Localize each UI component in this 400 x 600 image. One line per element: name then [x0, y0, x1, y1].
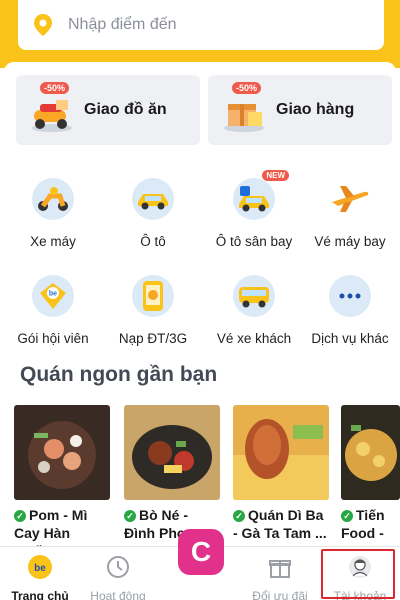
package-delivery-label: Giao hàng — [276, 101, 355, 118]
nav-activity[interactable]: Hoạt động — [78, 547, 158, 600]
airplane-icon — [329, 178, 371, 220]
food-delivery-icon: -50% — [26, 82, 78, 136]
restaurant-name: ✓ Tiến Food - — [341, 507, 385, 541]
service-label: Ô tô — [140, 234, 166, 249]
center-action-button[interactable]: C — [178, 529, 224, 575]
restaurant-card[interactable]: ✓ Tiến Food - — [341, 405, 400, 542]
more-icon — [329, 275, 371, 317]
account-highlight-box — [321, 549, 395, 599]
food-delivery-card[interactable]: -50% Giao đồ ăn — [16, 75, 200, 145]
restaurant-photo — [341, 405, 400, 500]
location-pin-icon — [34, 14, 52, 36]
service-label: Vé xe khách — [216, 331, 292, 346]
verified-icon: ✓ — [14, 510, 26, 522]
restaurant-photo — [14, 405, 110, 500]
destination-search-field[interactable]: Nhập điểm đến — [18, 0, 384, 50]
car-icon — [132, 178, 174, 220]
new-badge: NEW — [262, 170, 289, 181]
service-motorbike[interactable]: Xe máy — [3, 178, 103, 249]
bus-icon — [233, 275, 275, 317]
service-bus[interactable]: Vé xe khách — [204, 275, 304, 346]
nav-label: Đổi ưu đãi — [252, 589, 308, 600]
membership-icon: be — [32, 275, 74, 317]
service-flight[interactable]: Vé máy bay — [300, 178, 400, 249]
gift-icon — [269, 560, 291, 578]
restaurant-card[interactable]: ✓ Bò Né - Đình Phong ... — [124, 405, 220, 542]
discount-badge: -50% — [40, 82, 70, 94]
discount-badge: -50% — [232, 82, 262, 94]
service-label: Dịch vụ khác — [311, 331, 389, 346]
package-delivery-icon: -50% — [218, 82, 270, 136]
svg-text:be: be — [49, 291, 57, 298]
service-label: Nạp ĐT/3G — [118, 331, 188, 346]
search-placeholder: Nhập điểm đến — [68, 16, 177, 33]
nav-label: Trang chủ — [11, 589, 69, 600]
service-label: Xe máy — [30, 234, 76, 249]
verified-icon: ✓ — [233, 510, 245, 522]
home-icon: be — [28, 555, 52, 579]
section-title: Quán ngon gần bạn — [20, 363, 218, 386]
package-delivery-card[interactable]: -50% Giao hàng — [208, 75, 392, 145]
service-label: Ô tô sân bay — [215, 234, 293, 249]
center-button-label: C — [190, 536, 212, 567]
nav-rewards[interactable]: Đổi ưu đãi — [240, 547, 320, 600]
activity-icon — [107, 556, 129, 578]
verified-icon: ✓ — [124, 510, 136, 522]
svg-text:be: be — [34, 563, 46, 574]
restaurant-photo — [233, 405, 329, 500]
nav-label: Hoạt động — [90, 589, 146, 600]
service-airport-car[interactable]: NEW Ô tô sân bay — [204, 170, 304, 249]
service-more[interactable]: Dịch vụ khác — [300, 275, 400, 346]
service-car[interactable]: Ô tô — [103, 178, 203, 249]
restaurant-photo — [124, 405, 220, 500]
service-label: Gói hội viên — [17, 331, 89, 346]
restaurant-card[interactable]: ✓ Quán Dì Ba - Gà Ta Tam ... — [233, 405, 329, 542]
airport-car-icon: NEW — [233, 170, 289, 220]
food-delivery-label: Giao đồ ăn — [84, 101, 167, 118]
topup-icon — [132, 275, 174, 317]
service-membership[interactable]: be Gói hội viên — [3, 275, 103, 346]
motorbike-icon — [32, 178, 74, 220]
service-label: Vé máy bay — [314, 234, 386, 249]
restaurant-card[interactable]: ✓Pom - MìCay Hàn Quố... — [14, 405, 110, 560]
nav-home[interactable]: be Trang chủ — [0, 547, 80, 600]
verified-icon: ✓ — [341, 510, 353, 522]
service-topup[interactable]: Nạp ĐT/3G — [103, 275, 203, 346]
restaurant-name: ✓ Quán Dì Ba - Gà Ta Tam ... — [233, 507, 327, 541]
